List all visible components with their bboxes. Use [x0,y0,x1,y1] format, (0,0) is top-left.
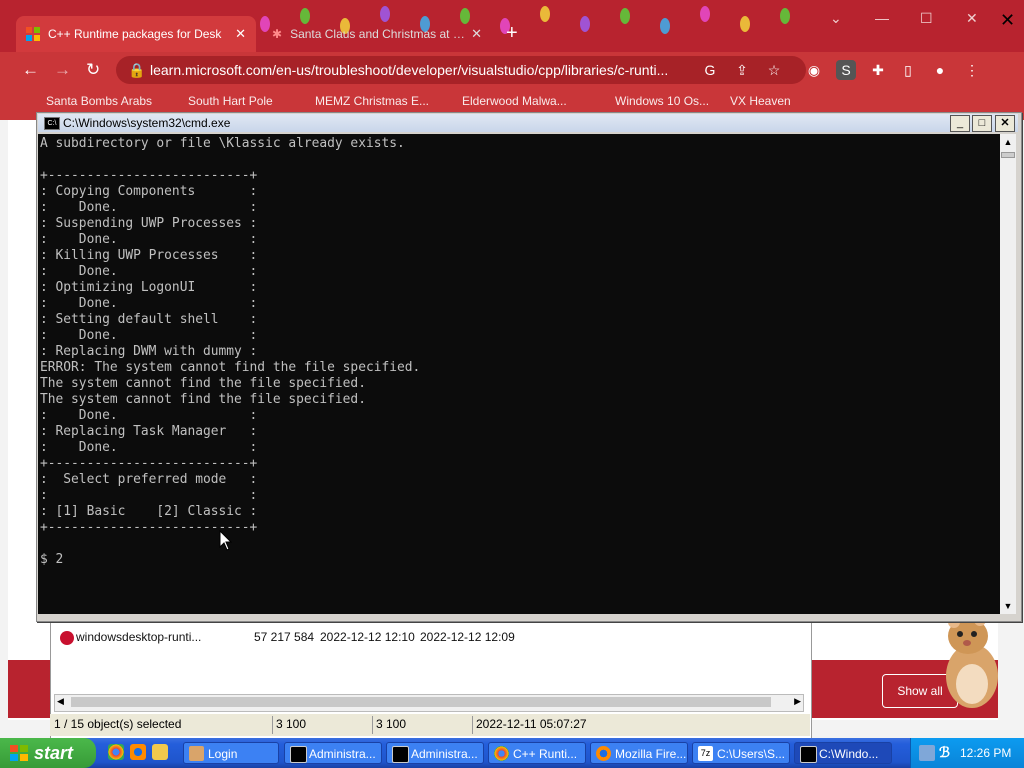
status-size: 3 100 [276,717,307,731]
bookmark-item[interactable]: Elderwood Malwa... [462,94,567,108]
bookmark-item[interactable]: Santa Bombs Arabs [46,94,152,108]
start-button[interactable]: start [0,738,96,768]
cmd-icon: C:\ [44,117,60,130]
file-created: 2022-12-12 12:09 [420,630,515,644]
menu-dots-icon[interactable]: ⋮ [962,60,982,80]
microsoft-logo-icon [26,27,40,41]
lock-icon: 🔒 [128,62,146,78]
share-icon[interactable]: ⇪ [732,60,752,80]
taskbar-button-firefox[interactable]: Mozilla Fire... [590,742,688,764]
taskbar-button-chrome[interactable]: C++ Runti... [488,742,586,764]
close-icon[interactable]: ✕ [1000,10,1015,31]
cmd-titlebar[interactable]: C:\ C:\Windows\system32\cmd.exe _ □ ✕ [38,114,1018,132]
hamster-app-icon [189,746,204,761]
file-name[interactable]: windowsdesktop-runti... [76,630,201,644]
profile-icon[interactable]: ● [930,60,950,80]
taskbar-button-7zip[interactable]: 7z C:\Users\S... [692,742,790,764]
cmd-app-icon [392,746,409,763]
bookmark-item[interactable]: Windows 10 Os... [615,94,709,108]
chrome-app-icon [494,746,509,761]
status-date: 2022-12-11 05:07:27 [476,717,587,731]
scroll-left-icon[interactable]: ◀ [57,696,64,707]
bookmark-item[interactable]: VX Heaven [730,94,791,108]
bookmark-item[interactable]: MEMZ Christmas E... [315,94,429,108]
close-icon[interactable]: ✕ [966,10,978,27]
cmd-app-icon [800,746,817,763]
hamster-mascot-icon [946,614,998,708]
scroll-down-icon[interactable]: ▼ [1000,598,1016,614]
taskbar-label: Mozilla Fire... [615,747,687,761]
tab-santa-claus[interactable]: ✱ Santa Claus and Christmas at the ✕ [262,16,492,52]
tray-b-icon[interactable]: ℬ [939,744,950,761]
taskbar-label: C:\Users\S... [717,747,786,761]
tray-app-icon[interactable] [919,745,935,761]
taskbar-label: C++ Runti... [513,747,578,761]
close-button[interactable]: ✕ [995,115,1015,132]
7zip-app-icon: 7z [698,746,713,761]
firefox-app-icon [596,746,611,761]
flag-extension-icon[interactable]: ◉ [804,60,824,80]
windows-flag-icon [10,745,28,761]
taskbar-button-login[interactable]: Login [183,742,279,764]
console-output[interactable]: A subdirectory or file \Klassic already … [38,134,1000,614]
side-panel-icon[interactable]: ▯ [898,60,918,80]
scrollbar-thumb[interactable] [1001,152,1015,158]
taskbar-button-cmd-admin[interactable]: Administra... [386,742,484,764]
status-bar: 1 / 15 object(s) selected 3 100 3 100 20… [50,714,810,736]
maximize-button[interactable]: □ [972,115,992,132]
taskbar-label: Login [208,747,238,761]
tab-search-icon[interactable]: ⌄ [830,10,842,27]
tab-title: C++ Runtime packages for Desk [48,27,222,41]
clock: 12:26 PM [960,746,1012,760]
file-modified: 2022-12-12 12:10 [320,630,415,644]
scrollbar-thumb[interactable] [71,697,771,707]
scroll-up-icon[interactable]: ▲ [1000,134,1016,150]
status-size: 3 100 [376,717,407,731]
firefox-quicklaunch-icon[interactable] [130,744,146,760]
taskbar-button-cmd-active[interactable]: C:\Windo... [794,742,892,764]
back-arrow-icon[interactable]: ← [22,60,39,80]
scroll-right-icon[interactable]: ▶ [794,696,801,707]
tab-close-icon[interactable]: ✕ [471,26,482,42]
tab-cpp-runtime[interactable]: C++ Runtime packages for Desk ✕ [16,16,256,52]
google-icon[interactable]: G [700,60,720,80]
snowflake-icon: ✱ [272,27,283,41]
tab-close-icon[interactable]: ✕ [235,26,246,42]
vertical-scrollbar[interactable]: ▲ ▼ [1000,134,1016,614]
maximize-icon[interactable]: ☐ [920,10,933,27]
horizontal-scrollbar[interactable]: ◀ ▶ [54,694,804,712]
console-text: A subdirectory or file \Klassic already … [40,136,421,567]
forward-arrow-icon[interactable]: → [54,60,71,80]
puzzle-extensions-icon[interactable]: ✚ [868,60,888,80]
minimize-button[interactable]: _ [950,115,970,132]
taskbar-label: C:\Windo... [819,747,879,761]
chrome-quicklaunch-icon[interactable] [108,744,124,760]
start-label: start [34,743,74,763]
bookmark-star-icon[interactable]: ☆ [764,60,784,80]
url-text: learn.microsoft.com/en-us/troubleshoot/d… [150,62,669,78]
tab-title: Santa Claus and Christmas at the [290,27,466,41]
folder-quicklaunch-icon[interactable] [152,744,168,760]
status-selection: 1 / 15 object(s) selected [54,717,182,731]
installer-file-icon [60,631,74,645]
taskbar-button-cmd-admin[interactable]: Administra... [284,742,382,764]
cmd-app-icon [290,746,307,763]
cmd-title: C:\Windows\system32\cmd.exe [63,116,231,130]
new-tab-button[interactable]: + [506,22,518,45]
bookmark-item[interactable]: South Hart Pole [188,94,273,108]
minimize-icon[interactable]: — [875,10,889,26]
extension-avatar[interactable]: S [836,60,856,80]
taskbar-label: Administra... [309,747,376,761]
file-size: 57 217 584 [254,630,315,644]
reload-icon[interactable]: ↻ [86,60,100,80]
mouse-cursor-icon [219,530,233,551]
taskbar-label: Administra... [411,747,478,761]
